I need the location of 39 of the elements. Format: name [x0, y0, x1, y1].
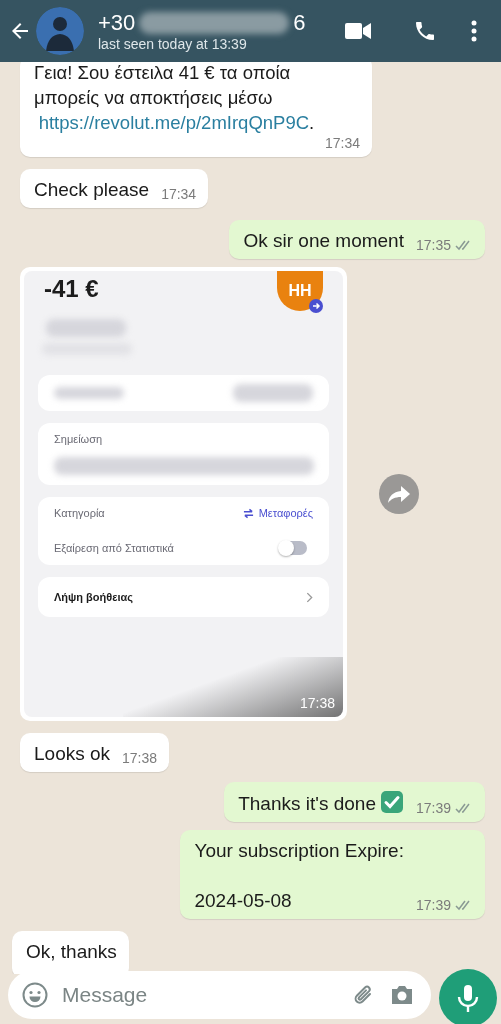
amount-text: -41 €: [44, 275, 99, 303]
microphone-button[interactable]: [439, 969, 497, 1024]
note-label: Σημείωση: [54, 433, 104, 445]
more-menu-icon[interactable]: [471, 19, 477, 43]
last-seen-status: last seen today at 13:39: [98, 36, 248, 52]
message-input[interactable]: Message: [60, 982, 339, 1008]
message-time: 17:39: [415, 800, 451, 816]
category-value: Μεταφορές: [258, 507, 313, 519]
contact-number: 6: [293, 10, 306, 36]
message-text: Ok, thanks: [26, 940, 117, 964]
contact-number: +30: [98, 10, 136, 36]
message-time: 17:38: [299, 695, 335, 711]
chevron-right-icon: [306, 591, 313, 603]
blurred-text: [54, 387, 124, 399]
exclude-label: Εξαίρεση από Στατιστικά: [54, 542, 174, 554]
transfer-arrows-icon: [242, 507, 254, 519]
message-text: Check please: [34, 178, 150, 202]
message-field[interactable]: Message: [8, 971, 431, 1019]
help-label: Λήψη βοήθειας: [54, 591, 133, 603]
category-label: Κατηγορία: [54, 507, 105, 519]
message-text: Your subscription Expire: 2024-05-08: [194, 839, 404, 913]
forward-button[interactable]: [379, 474, 419, 514]
message-time: 17:34: [161, 186, 197, 202]
initials-avatar: HH: [277, 271, 323, 311]
message-text: Looks ok: [34, 742, 111, 766]
arrow-badge-icon: [309, 299, 323, 313]
message-time: 17:39: [415, 897, 451, 913]
message-time: 17:34: [324, 135, 360, 151]
video-call-icon[interactable]: [345, 22, 371, 40]
camera-icon[interactable]: [389, 983, 415, 1007]
emoji-icon[interactable]: [22, 982, 48, 1008]
image-bubble[interactable]: -41 € HH Σημείωση Κατηγορία Μεταφορές Εξαίρεση από Στατιστικά Λήψη βοήθειας 17:38: [20, 267, 347, 721]
message-time: 17:35: [415, 237, 451, 253]
phone-call-icon[interactable]: [413, 19, 437, 43]
message-text: Ok sir one moment: [243, 229, 404, 253]
message-time: 17:38: [122, 750, 158, 766]
link[interactable]: https://revolut.me/p/2mIrqQnP9C: [38, 112, 310, 133]
message-text: Thanks it's done: [238, 790, 404, 816]
message-text: Γεια! Σου έστειλα 41 € τα οποία μπορείς να αποκτήσεις μέσω https://revolut.me/p/2mIrqQnP9C.: [34, 62, 316, 135]
